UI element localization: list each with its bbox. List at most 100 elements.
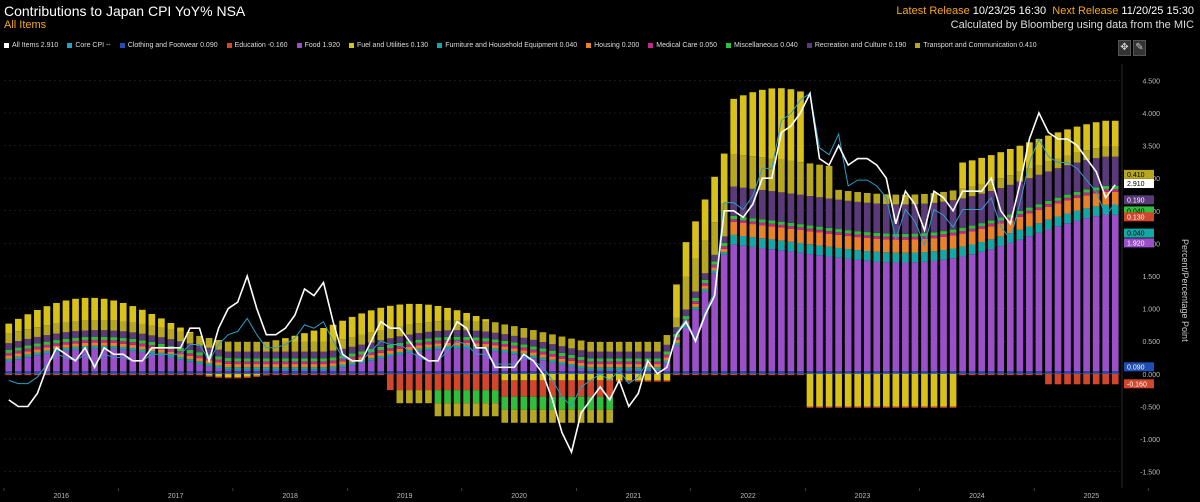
bar-segment (587, 373, 594, 381)
bar-segment (138, 371, 146, 374)
bar-segment (558, 356, 566, 359)
bar-segment (291, 373, 299, 376)
bar-segment (453, 336, 461, 340)
bar-segment (911, 233, 919, 237)
bar-segment (234, 377, 242, 379)
bar-segment (673, 371, 680, 374)
bar-segment (434, 371, 442, 374)
bar-segment (787, 193, 795, 223)
bar-segment (644, 371, 652, 374)
bar-segment (520, 337, 528, 345)
bar-segment (835, 373, 842, 407)
bar-segment (568, 373, 575, 381)
bar-segment (1006, 149, 1014, 176)
bar-segment (81, 337, 89, 341)
bar-segment (968, 196, 976, 226)
bar-segment (301, 341, 308, 352)
bar-segment (806, 228, 814, 232)
bar-segment (1035, 232, 1043, 372)
bar-segment (386, 353, 394, 357)
bar-segment (816, 373, 823, 407)
bar-segment (205, 337, 213, 348)
bar-segment (491, 390, 499, 404)
bar-segment (615, 367, 623, 370)
bar-segment (892, 371, 900, 374)
bar-segment (1035, 207, 1043, 211)
bar-segment (1026, 210, 1033, 214)
bar-segment (367, 373, 375, 376)
bar-segment (854, 371, 862, 374)
bar-segment (415, 390, 423, 404)
bar-segment (634, 364, 642, 368)
bar-segment (797, 229, 804, 244)
bar-segment (377, 346, 385, 351)
bar-segment (53, 343, 60, 346)
bar-segment (81, 320, 89, 331)
bar-segment (558, 371, 566, 374)
bar-segment (558, 352, 566, 357)
bar-segment (329, 366, 337, 369)
bar-segment (720, 246, 728, 249)
bar-segment (1111, 191, 1119, 205)
bar-segment (978, 371, 986, 374)
y-tick-label: -0.500 (1140, 404, 1160, 411)
bar-segment (129, 338, 137, 343)
bar-segment (444, 348, 451, 372)
bar-segment (520, 373, 528, 381)
bar-segment (568, 364, 575, 367)
bar-segment (749, 373, 757, 376)
bar-segment (778, 224, 785, 228)
bar-segment (949, 373, 957, 407)
bar-segment (91, 345, 98, 349)
bar-segment (530, 355, 537, 359)
bar-segment (530, 352, 537, 356)
bar-segment (692, 371, 699, 374)
bar-segment (739, 371, 747, 374)
bar-segment (158, 349, 165, 353)
bar-segment (549, 371, 556, 374)
bar-segment (1006, 371, 1014, 374)
bar-segment (253, 361, 261, 365)
bar-segment (959, 246, 966, 257)
bar-segment (1102, 371, 1110, 374)
bar-segment (1073, 191, 1081, 196)
bar-segment (530, 373, 537, 381)
bar-segment (854, 234, 862, 238)
bar-segment (739, 373, 747, 376)
bar-segment (329, 373, 337, 376)
bar-segment (758, 373, 766, 376)
bar-segment (797, 371, 804, 374)
bar-segment (663, 371, 671, 374)
bar-segment (835, 232, 842, 235)
bar-segment (778, 250, 785, 372)
bar-segment (1083, 189, 1090, 193)
bar-segment (320, 373, 327, 376)
bar-segment (158, 327, 165, 338)
bar-segment (167, 373, 175, 376)
bar-segment (816, 229, 823, 233)
bar-segment (262, 371, 270, 374)
bar-segment (787, 371, 795, 374)
bar-segment (234, 358, 242, 362)
bar-segment (138, 346, 146, 350)
bar-segment (949, 258, 957, 372)
bar-segment (873, 406, 881, 408)
bar-segment (1111, 214, 1119, 372)
bar-segment (520, 396, 528, 410)
bar-segment (243, 361, 251, 365)
bar-segment (262, 361, 270, 365)
bar-segment (320, 361, 327, 365)
bar-segment (711, 373, 718, 376)
bar-segment (720, 242, 728, 247)
bar-segment (816, 197, 823, 227)
bar-segment (825, 371, 833, 374)
bar-segment (34, 327, 41, 337)
bar-segment (921, 261, 928, 372)
bar-segment (243, 351, 251, 359)
y-tick-label: 4.000 (1142, 111, 1160, 118)
bar-segment (501, 380, 509, 397)
bar-segment (81, 330, 89, 338)
bar-segment (425, 347, 432, 351)
bar-segment (1054, 373, 1062, 385)
bar-segment (596, 396, 604, 410)
